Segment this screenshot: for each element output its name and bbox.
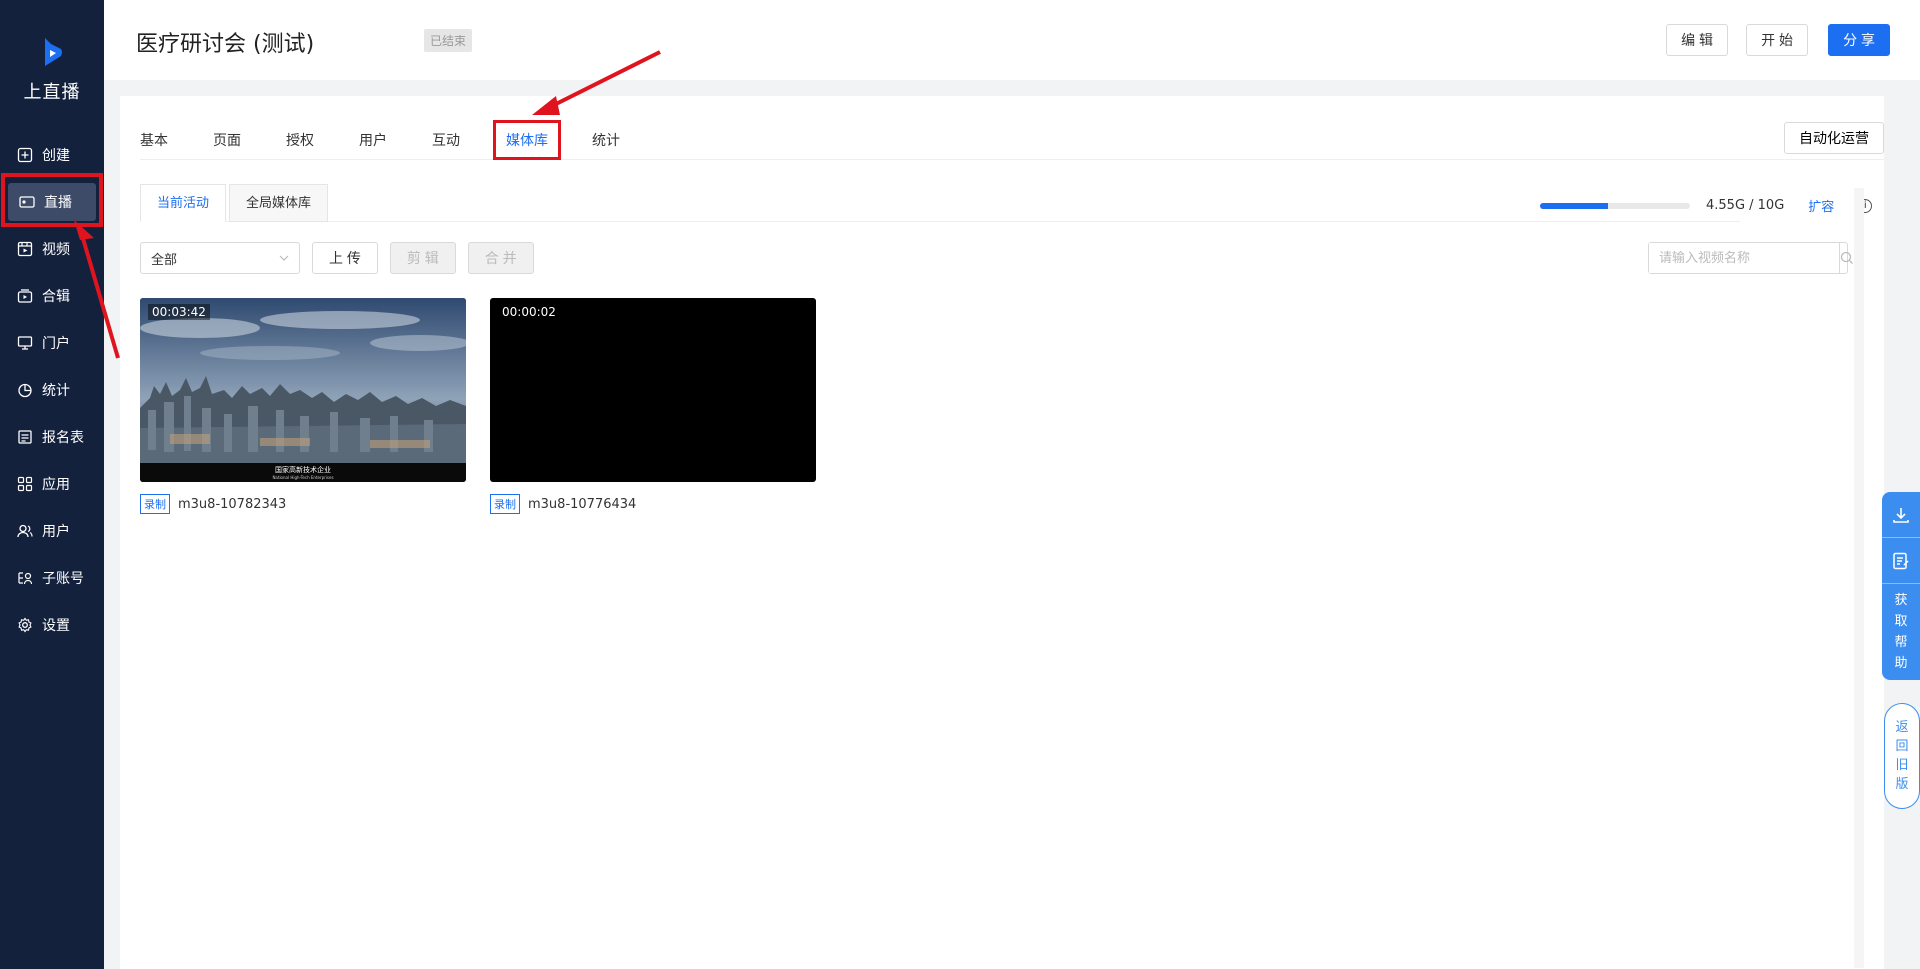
sidebar-item-label: 设置 bbox=[42, 618, 70, 634]
sidebar-item-label: 应用 bbox=[42, 477, 70, 493]
content-card: 基本 页面 授权 用户 互动 媒体库 统计 自动化运营 当前活动 全局媒体库 4… bbox=[120, 96, 1884, 969]
tab-basic[interactable]: 基本 bbox=[140, 130, 168, 150]
tab-interaction[interactable]: 互动 bbox=[432, 130, 460, 150]
video-thumbnail[interactable]: 00:00:02 bbox=[490, 298, 816, 482]
page-title: 医疗研讨会 (测试) bbox=[136, 32, 315, 57]
storage-bar bbox=[1540, 202, 1690, 209]
sidebar-item-label: 门户 bbox=[42, 336, 70, 352]
sidebar-item-label: 统计 bbox=[42, 383, 70, 399]
record-badge: 录制 bbox=[140, 494, 170, 514]
back-old-text: 返回旧版 bbox=[1895, 720, 1909, 792]
chevron-down-icon bbox=[279, 255, 289, 261]
media-info: 录制 m3u8-10782343 bbox=[140, 494, 466, 514]
sidebar-item-portal[interactable]: 门户 bbox=[0, 324, 104, 362]
thumbnail-caption-en: National High-Tech Enterprises bbox=[272, 475, 333, 480]
storage-bar-fill bbox=[1540, 202, 1609, 209]
video-thumbnail[interactable]: 国家高新技术企业 National High-Tech Enterprises … bbox=[140, 298, 466, 482]
sidebar-item-users[interactable]: 用户 bbox=[0, 512, 104, 550]
apps-grid-icon bbox=[16, 475, 34, 493]
monitor-icon bbox=[16, 334, 34, 352]
video-duration: 00:03:42 bbox=[148, 304, 210, 320]
sidebar-item-apps[interactable]: 应用 bbox=[0, 465, 104, 503]
logo[interactable]: 上直播 bbox=[0, 36, 104, 104]
tab-bar: 基本 页面 授权 用户 互动 媒体库 统计 bbox=[140, 120, 1884, 160]
sidebar-item-label: 用户 bbox=[42, 524, 70, 540]
search-button[interactable] bbox=[1839, 243, 1854, 273]
sidebar-item-live[interactable]: 直播 bbox=[8, 183, 96, 221]
collection-icon bbox=[16, 287, 34, 305]
sidebar-item-stats[interactable]: 统计 bbox=[0, 371, 104, 409]
status-badge: 已结束 bbox=[424, 29, 473, 52]
sub-account-icon bbox=[16, 569, 34, 587]
media-grid: 国家高新技术企业 National High-Tech Enterprises … bbox=[140, 298, 816, 514]
tab-media-library[interactable]: 媒体库 bbox=[493, 120, 561, 160]
subtab-global-library[interactable]: 全局媒体库 bbox=[229, 184, 329, 222]
gear-icon bbox=[16, 616, 34, 634]
subtab-current-event[interactable]: 当前活动 bbox=[140, 184, 227, 222]
sidebar-item-collection[interactable]: 合辑 bbox=[0, 277, 104, 315]
filter-value: 全部 bbox=[151, 252, 178, 268]
tab-page[interactable]: 页面 bbox=[213, 130, 241, 150]
sidebar-item-label: 合辑 bbox=[42, 289, 70, 305]
media-name[interactable]: m3u8-10782343 bbox=[178, 497, 286, 512]
start-button[interactable]: 开 始 bbox=[1746, 24, 1808, 56]
media-info: 录制 m3u8-10776434 bbox=[490, 494, 816, 514]
storage-quota: 4.55G / 10G 扩容 i bbox=[1540, 196, 1873, 215]
feedback-button[interactable] bbox=[1882, 538, 1920, 584]
subtab-bar: 当前活动 全局媒体库 bbox=[140, 184, 1740, 222]
record-badge: 录制 bbox=[490, 494, 520, 514]
help-button[interactable]: 获取帮助 bbox=[1882, 584, 1920, 674]
filter-select[interactable]: 全部 bbox=[140, 242, 300, 274]
media-card[interactable]: 国家高新技术企业 National High-Tech Enterprises … bbox=[140, 298, 466, 514]
tab-stats[interactable]: 统计 bbox=[592, 130, 620, 150]
upload-button[interactable]: 上 传 bbox=[312, 242, 378, 274]
download-icon bbox=[1893, 507, 1909, 523]
sidebar-item-create[interactable]: 创建 bbox=[0, 136, 104, 174]
clip-button[interactable]: 剪 辑 bbox=[389, 242, 456, 274]
floating-help-panel: 获取帮助 bbox=[1882, 492, 1920, 680]
expand-link[interactable]: 扩容 bbox=[1808, 196, 1834, 215]
brand-name: 上直播 bbox=[23, 82, 81, 103]
scrollbar[interactable] bbox=[1854, 188, 1864, 968]
edit-note-icon bbox=[1893, 552, 1909, 569]
logo-icon bbox=[45, 38, 62, 66]
sidebar-item-label: 报名表 bbox=[42, 430, 84, 446]
merge-button[interactable]: 合 并 bbox=[467, 242, 534, 274]
media-card[interactable]: 00:00:02 录制 m3u8-10776434 bbox=[490, 298, 816, 514]
back-to-old-version-button[interactable]: 返回旧版 bbox=[1884, 703, 1920, 809]
plus-square-icon bbox=[16, 146, 34, 164]
sidebar-item-subaccount[interactable]: 子账号 bbox=[0, 559, 104, 597]
sidebar-item-label: 直播 bbox=[44, 195, 72, 211]
search-box bbox=[1648, 242, 1853, 274]
media-toolbar: 全部 上 传 剪 辑 合 并 bbox=[140, 242, 534, 274]
city-skyline-image: 国家高新技术企业 National High-Tech Enterprises bbox=[140, 298, 466, 482]
search-icon bbox=[1840, 251, 1853, 264]
sidebar-nav: 创建 直播 视频 合辑 门户 统计 报名表 应用 用户 子账号 设置 bbox=[0, 136, 104, 653]
edit-button[interactable]: 编 辑 bbox=[1666, 24, 1728, 56]
download-button[interactable] bbox=[1882, 492, 1920, 538]
video-duration: 00:00:02 bbox=[502, 305, 556, 319]
sidebar-item-label: 子账号 bbox=[42, 571, 84, 587]
users-icon bbox=[16, 522, 34, 540]
sidebar: 上直播 创建 直播 视频 合辑 门户 统计 报名表 应用 用户 子账号 设置 bbox=[0, 0, 104, 969]
share-button[interactable]: 分 享 bbox=[1828, 24, 1890, 56]
thumbnail-caption-cn: 国家高新技术企业 bbox=[275, 465, 331, 474]
pie-chart-icon bbox=[16, 381, 34, 399]
film-icon bbox=[16, 240, 34, 258]
sidebar-item-label: 视频 bbox=[42, 242, 70, 258]
help-text: 获取帮助 bbox=[1894, 593, 1908, 671]
tab-auth[interactable]: 授权 bbox=[286, 130, 314, 150]
sidebar-item-registration[interactable]: 报名表 bbox=[0, 418, 104, 456]
sidebar-item-settings[interactable]: 设置 bbox=[0, 606, 104, 644]
search-input[interactable] bbox=[1649, 243, 1839, 273]
tab-users[interactable]: 用户 bbox=[359, 130, 387, 150]
page-header: 医疗研讨会 (测试) 已结束 编 辑 开 始 分 享 bbox=[104, 0, 1920, 80]
storage-text: 4.55G / 10G bbox=[1706, 198, 1785, 213]
media-name[interactable]: m3u8-10776434 bbox=[528, 497, 636, 512]
sidebar-item-video[interactable]: 视频 bbox=[0, 230, 104, 268]
form-icon bbox=[16, 428, 34, 446]
automation-button[interactable]: 自动化运营 bbox=[1784, 122, 1884, 154]
video-camera-icon bbox=[18, 193, 36, 211]
sidebar-item-label: 创建 bbox=[42, 148, 70, 164]
